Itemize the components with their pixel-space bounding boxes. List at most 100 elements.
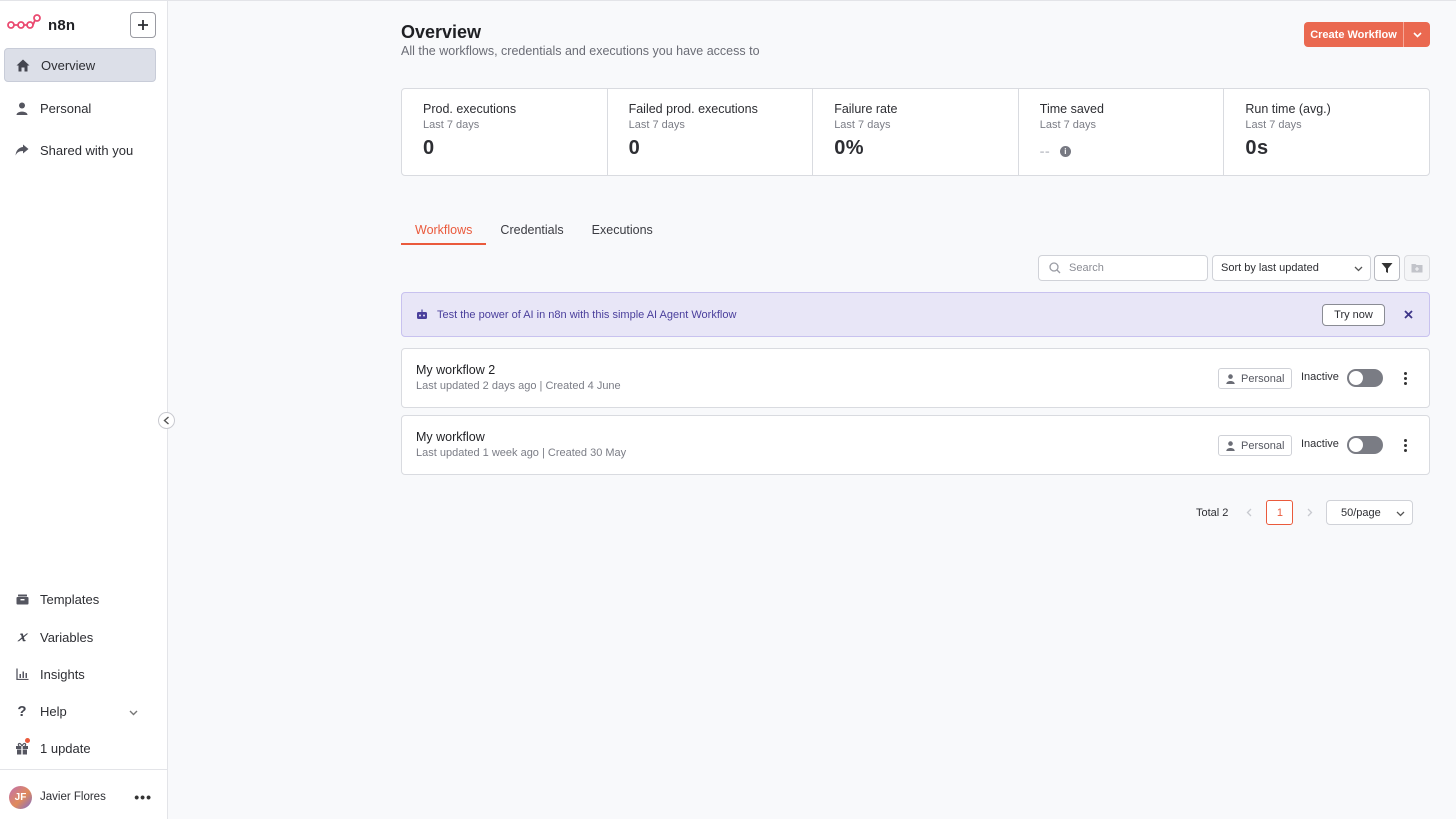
workflow-status: Inactive: [1301, 438, 1339, 450]
page-title: Overview: [401, 22, 482, 42]
sidebar-item-overview[interactable]: Overview: [4, 48, 156, 82]
stat-failed-prod-executions[interactable]: Failed prod. executions Last 7 days 0: [608, 89, 814, 175]
stat-value: 0: [628, 137, 641, 159]
page-size-value: 50/page: [1341, 506, 1381, 519]
ai-agent-banner: Test the power of AI in n8n with this si…: [401, 292, 1430, 337]
stat-period: Last 7 days: [834, 119, 891, 131]
search-box[interactable]: [1038, 255, 1208, 281]
workflow-name[interactable]: My workflow: [416, 430, 485, 444]
box-icon: [15, 592, 29, 606]
stat-value: 0%: [834, 137, 865, 159]
sidebar: n8n Overview Personal Shared with you Te…: [0, 1, 168, 819]
chevron-down-icon: [1396, 508, 1405, 520]
page-button[interactable]: 1: [1266, 500, 1294, 525]
sidebar-item-label: Insights: [40, 666, 85, 682]
next-page-icon[interactable]: [1303, 508, 1317, 517]
pagination-total: Total 2: [1196, 506, 1229, 519]
collapse-sidebar-button[interactable]: [158, 412, 175, 429]
stat-label: Time saved: [1039, 102, 1104, 116]
stat-value: --: [1039, 143, 1051, 159]
more-options-icon[interactable]: •••: [134, 789, 152, 805]
insights-summary: Prod. executions Last 7 days 0 Failed pr…: [401, 88, 1430, 176]
brand[interactable]: n8n: [7, 13, 75, 37]
owner-badge: Personal: [1218, 368, 1293, 389]
chevron-down-icon: [129, 704, 138, 719]
gift-icon: [15, 738, 30, 755]
more-vertical-icon[interactable]: [1400, 368, 1410, 388]
stat-failure-rate[interactable]: Failure rate Last 7 days 0%: [813, 89, 1019, 175]
chevron-down-icon: [1412, 31, 1422, 38]
sidebar-item-label: Variables: [40, 629, 94, 645]
workflow-card[interactable]: My workflow 2 Last updated 2 days ago | …: [401, 348, 1430, 408]
stat-value: 0: [423, 137, 435, 159]
sort-select[interactable]: Sort by last updated: [1212, 255, 1371, 281]
sidebar-item-label: Shared with you: [40, 142, 134, 158]
close-icon[interactable]: [1400, 306, 1416, 322]
user-name: Javier Flores: [40, 791, 106, 803]
owner-badge-label: Personal: [1241, 439, 1285, 452]
workflow-name[interactable]: My workflow 2: [416, 363, 495, 377]
sidebar-item-label: Personal: [40, 100, 92, 116]
sort-select-value: Sort by last updated: [1221, 262, 1319, 274]
tab-workflows[interactable]: Workflows: [401, 216, 487, 245]
owner-badge-label: Personal: [1241, 372, 1285, 385]
home-icon: [16, 58, 30, 72]
stat-period: Last 7 days: [628, 119, 685, 131]
tab-credentials[interactable]: Credentials: [486, 216, 577, 245]
stat-period: Last 7 days: [1245, 119, 1302, 131]
chevron-down-icon: [1354, 263, 1363, 275]
sidebar-item-insights[interactable]: Insights: [4, 657, 156, 691]
avatar: JF: [9, 785, 32, 809]
share-icon: [15, 143, 29, 157]
banner-text: Test the power of AI in n8n with this si…: [437, 308, 737, 321]
create-workflow-label[interactable]: Create Workflow: [1304, 22, 1404, 47]
sidebar-item-updates[interactable]: 1 update: [4, 731, 156, 765]
info-icon[interactable]: i: [1060, 145, 1072, 157]
page-size-select[interactable]: 50/page: [1326, 500, 1413, 525]
filter-icon: [1381, 263, 1393, 273]
user-icon: [15, 101, 29, 115]
sidebar-item-label: Overview: [41, 57, 96, 73]
sidebar-item-shared[interactable]: Shared with you: [4, 133, 156, 167]
question-icon: ?: [17, 702, 27, 720]
stat-time-saved[interactable]: Time saved Last 7 days -- i: [1019, 89, 1225, 175]
sidebar-item-variables[interactable]: 𝑥 Variables: [4, 620, 156, 654]
toggle-knob: [1349, 371, 1363, 385]
try-now-button[interactable]: Try now: [1322, 304, 1385, 326]
stat-label: Prod. executions: [423, 102, 517, 116]
workflow-card[interactable]: My workflow Last updated 1 week ago | Cr…: [401, 415, 1430, 475]
create-workflow-button[interactable]: Create Workflow: [1304, 22, 1430, 47]
folder-plus-icon: [1411, 264, 1423, 273]
sidebar-item-label: Help: [40, 703, 67, 719]
sidebar-item-label: Templates: [40, 591, 100, 607]
search-input[interactable]: [1069, 262, 1189, 274]
update-badge-dot: [25, 738, 30, 743]
stat-label: Failed prod. executions: [628, 102, 758, 116]
active-toggle[interactable]: [1347, 369, 1383, 387]
more-vertical-icon[interactable]: [1400, 435, 1410, 455]
pagination: Total 2 1 50/page: [1196, 500, 1413, 525]
filter-button[interactable]: [1374, 255, 1400, 281]
sidebar-item-label: 1 update: [40, 740, 91, 756]
sidebar-item-templates[interactable]: Templates: [4, 582, 156, 616]
add-new-button[interactable]: [130, 12, 156, 38]
sidebar-item-help[interactable]: ? Help: [4, 694, 156, 728]
workflow-meta: Last updated 1 week ago | Created 30 May: [416, 447, 627, 459]
new-folder-button[interactable]: [1404, 255, 1430, 281]
n8n-logo-icon: [7, 13, 41, 37]
toggle-knob: [1349, 438, 1363, 452]
stat-period: Last 7 days: [1039, 119, 1097, 131]
prev-page-icon[interactable]: [1242, 508, 1256, 517]
stat-label: Failure rate: [834, 102, 898, 116]
stat-prod-executions[interactable]: Prod. executions Last 7 days 0: [402, 89, 608, 175]
chart-icon: [15, 667, 29, 681]
sidebar-item-personal[interactable]: Personal: [4, 91, 156, 125]
stat-run-time[interactable]: Run time (avg.) Last 7 days 0s: [1224, 89, 1429, 175]
tab-executions[interactable]: Executions: [578, 216, 667, 245]
active-toggle[interactable]: [1347, 436, 1383, 454]
user-menu[interactable]: JF Javier Flores •••: [9, 785, 154, 809]
workflow-status: Inactive: [1301, 371, 1339, 383]
create-dropdown-button[interactable]: [1404, 22, 1430, 47]
variable-icon: 𝑥: [18, 629, 26, 645]
search-icon: [1049, 262, 1061, 274]
